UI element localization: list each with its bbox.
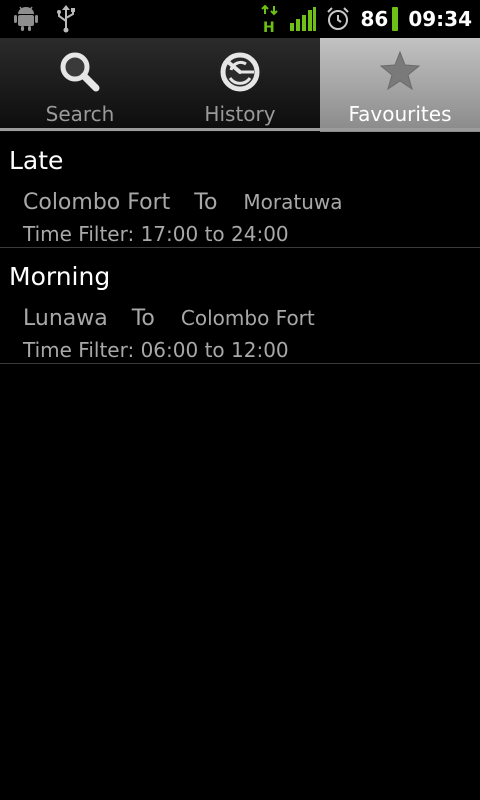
time-filter: Time Filter: 17:00 to 24:00 (23, 222, 289, 246)
favourite-title: Late (9, 146, 64, 175)
status-bar: H 86 09:34 (0, 0, 480, 39)
time-filter: Time Filter: 06:00 to 12:00 (23, 338, 289, 362)
tab-underline (0, 128, 480, 131)
svg-text:H: H (263, 20, 275, 33)
search-icon (56, 48, 104, 96)
usb-icon (56, 5, 76, 33)
signal-icon (290, 7, 317, 31)
tab-favourites[interactable]: Favourites (320, 38, 480, 132)
tab-history[interactable]: History (160, 38, 320, 132)
tab-bar: Search History Favourites (0, 38, 480, 132)
battery-percentage: 86 (360, 7, 389, 31)
route-to-label: To (131, 306, 155, 331)
tab-favourites-label: Favourites (348, 102, 452, 126)
route: Lunawa To Colombo Fort (23, 306, 315, 331)
favourites-list: Late Colombo Fort To Moratuwa Time Filte… (0, 132, 480, 364)
tab-history-label: History (204, 102, 276, 126)
route-to: Moratuwa (243, 190, 343, 214)
clock: 09:34 (408, 7, 472, 31)
route-to: Colombo Fort (180, 306, 315, 330)
route-to-label: To (194, 190, 218, 215)
battery-icon (392, 7, 399, 31)
history-icon (216, 48, 264, 96)
route: Colombo Fort To Moratuwa (23, 190, 343, 215)
list-item[interactable]: Morning Lunawa To Colombo Fort Time Filt… (0, 248, 480, 364)
list-item[interactable]: Late Colombo Fort To Moratuwa Time Filte… (0, 132, 480, 248)
star-icon (376, 48, 424, 96)
hspa-icon: H (260, 5, 280, 33)
tab-search-label: Search (45, 102, 115, 126)
favourite-title: Morning (9, 262, 111, 291)
route-from: Lunawa (23, 306, 108, 331)
route-from: Colombo Fort (23, 190, 171, 215)
alarm-icon (326, 7, 350, 31)
android-icon (14, 6, 38, 32)
tab-search[interactable]: Search (0, 38, 160, 132)
